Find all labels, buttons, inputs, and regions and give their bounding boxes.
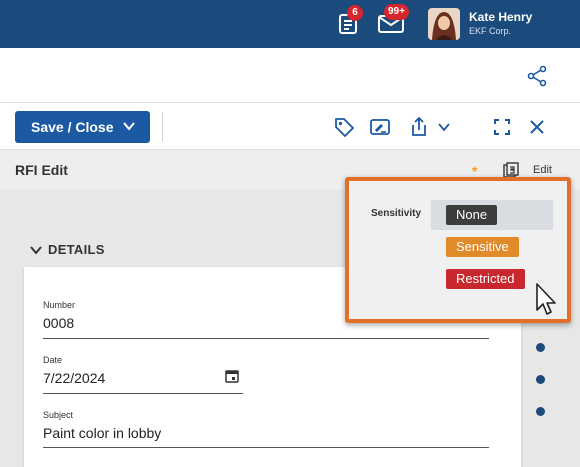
export-icon (412, 116, 426, 136)
save-close-button[interactable]: Save / Close (15, 111, 150, 143)
sign-icon (370, 119, 390, 135)
tag-icon (335, 118, 354, 137)
chevron-down-icon (438, 123, 450, 132)
messages-button[interactable]: 99+ (376, 4, 409, 38)
calendar-icon[interactable] (225, 369, 239, 383)
user-name[interactable]: Kate Henry (469, 10, 532, 24)
app-header: 6 99+ Kate Henry EKF Corp. (0, 0, 580, 48)
edit-button[interactable]: Edit (533, 164, 552, 176)
sensitivity-option-none[interactable]: None (431, 200, 553, 230)
option-chip: None (446, 205, 498, 225)
nav-dot[interactable] (536, 375, 545, 384)
subject-underline (43, 447, 489, 448)
chevron-down-icon (30, 245, 42, 255)
close-button[interactable] (525, 115, 549, 139)
option-chip: Sensitive (446, 237, 519, 257)
chevron-down-icon[interactable] (122, 119, 136, 133)
number-field[interactable]: 0008 (43, 315, 74, 331)
toolbar: Save / Close (0, 104, 580, 150)
edit-icon[interactable] (503, 162, 519, 178)
notifications-button[interactable]: 6 (333, 5, 363, 38)
nav-dot[interactable] (536, 343, 545, 352)
details-section-label: DETAILS (48, 242, 105, 257)
share-row (0, 48, 580, 103)
date-underline (43, 393, 243, 394)
expand-button[interactable] (490, 115, 514, 139)
export-dropdown[interactable] (432, 115, 456, 139)
details-section-toggle[interactable]: DETAILS (30, 242, 105, 257)
export-button[interactable] (407, 115, 431, 139)
save-close-label: Save / Close (31, 119, 114, 135)
expand-icon (494, 119, 510, 135)
share-icon (527, 65, 547, 87)
mouse-cursor-icon (536, 283, 556, 315)
toolbar-divider (162, 112, 163, 142)
nav-dot[interactable] (536, 407, 545, 416)
share-button[interactable] (524, 63, 550, 89)
subject-field[interactable]: Paint color in lobby (43, 425, 161, 441)
sensitivity-label: Sensitivity (371, 208, 422, 219)
page-title: RFI Edit (15, 162, 68, 178)
tag-button[interactable] (332, 115, 356, 139)
user-organization: EKF Corp. (469, 26, 512, 36)
close-icon (530, 120, 544, 134)
subject-label: Subject (43, 410, 74, 420)
date-label: Date (43, 355, 63, 365)
sign-button[interactable] (368, 115, 392, 139)
number-label: Number (43, 300, 76, 310)
user-photo-icon (428, 8, 460, 40)
notifications-badge: 6 (347, 5, 363, 21)
date-field[interactable]: 7/22/2024 (43, 370, 105, 386)
avatar[interactable] (428, 8, 460, 40)
sensitivity-option-sensitive[interactable]: Sensitive (431, 232, 553, 262)
messages-badge: 99+ (384, 4, 409, 20)
option-chip: Restricted (446, 269, 525, 289)
number-underline (43, 338, 489, 339)
